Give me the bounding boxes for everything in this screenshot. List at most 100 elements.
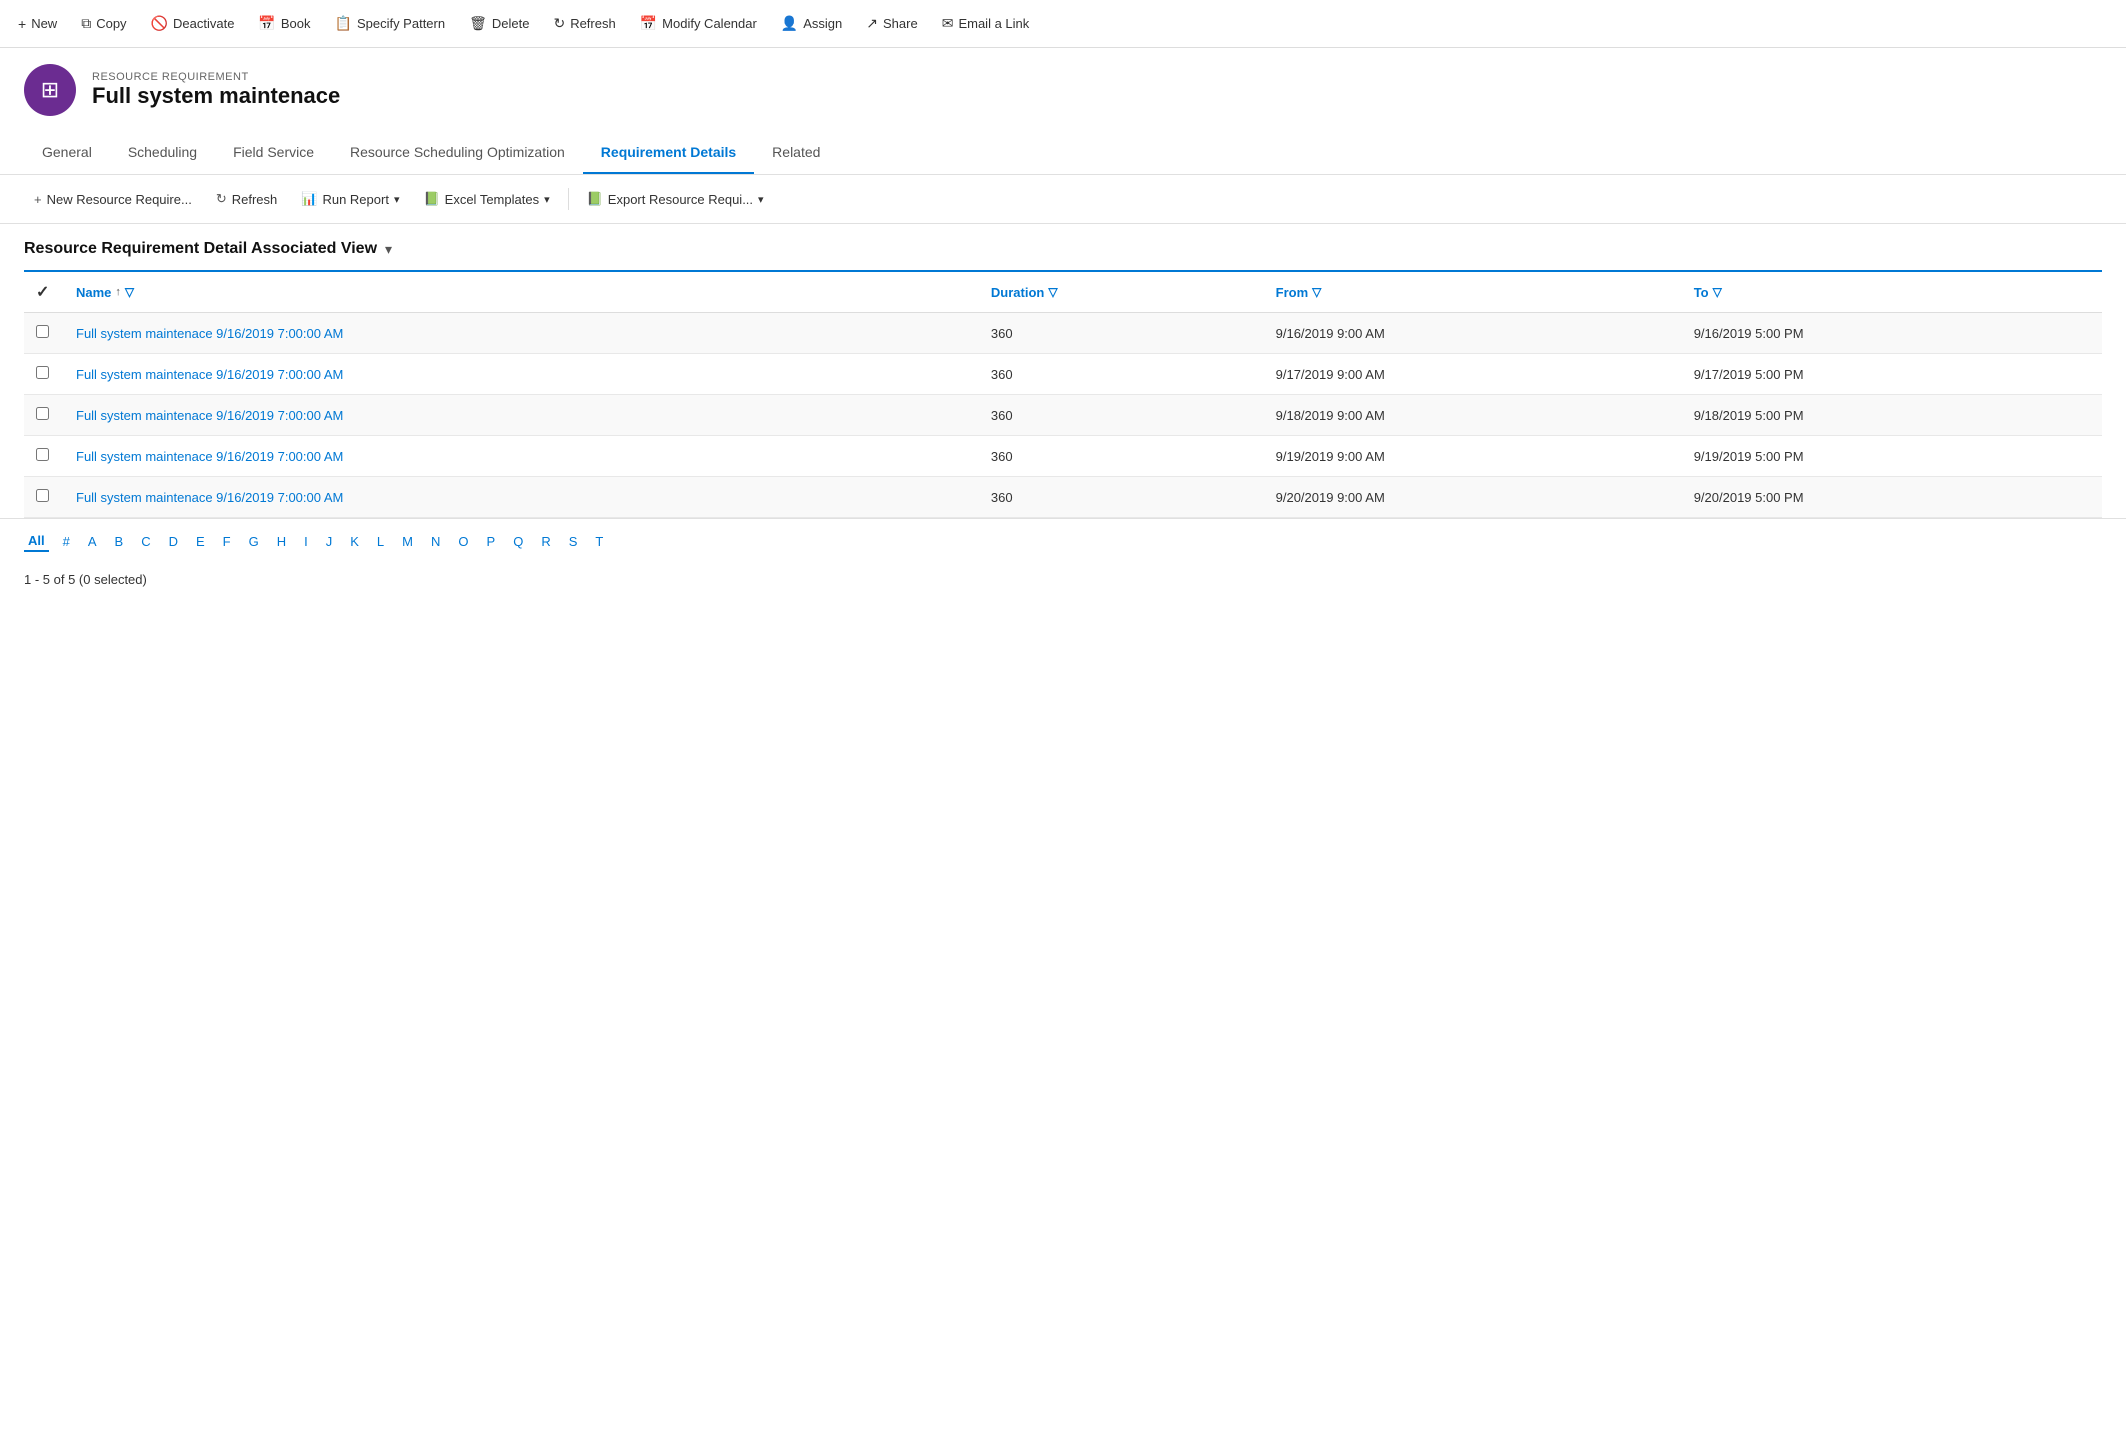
alpha-item-f[interactable]: F <box>219 532 235 551</box>
row-to-cell: 9/18/2019 5:00 PM <box>1682 395 2102 436</box>
run-report-button[interactable]: 📊 Run Report ▾ <box>291 185 409 213</box>
row-from-cell: 9/17/2019 9:00 AM <box>1264 354 1682 395</box>
row-checkbox-cell[interactable] <box>24 477 64 518</box>
book-button[interactable]: 📅 Book <box>248 9 320 38</box>
new-resource-require-label: New Resource Require... <box>47 192 192 207</box>
name-filter-icon[interactable]: ▽ <box>125 285 134 299</box>
row-name-cell[interactable]: Full system maintenace 9/16/2019 7:00:00… <box>64 354 979 395</box>
tab-field-service[interactable]: Field Service <box>215 132 332 174</box>
sub-refresh-button[interactable]: ↻ Refresh <box>206 185 287 213</box>
alpha-item-m[interactable]: M <box>398 532 417 551</box>
email-a-link-label: Email a Link <box>958 16 1029 31</box>
alpha-item-b[interactable]: B <box>111 532 128 551</box>
copy-button[interactable]: ⧉ Copy <box>71 9 136 38</box>
alpha-item-j[interactable]: J <box>322 532 337 551</box>
row-name-cell[interactable]: Full system maintenace 9/16/2019 7:00:00… <box>64 436 979 477</box>
alpha-item-l[interactable]: L <box>373 532 388 551</box>
alpha-item-c[interactable]: C <box>137 532 154 551</box>
specify-pattern-button[interactable]: 📋 Specify Pattern <box>325 9 456 38</box>
row-duration-cell: 360 <box>979 313 1264 354</box>
to-filter-icon[interactable]: ▽ <box>1713 285 1722 299</box>
row-checkbox-cell[interactable] <box>24 354 64 395</box>
from-column-header[interactable]: From ▽ <box>1264 271 1682 313</box>
assign-button[interactable]: 👤 Assign <box>771 9 852 38</box>
name-col-label: Name <box>76 285 111 300</box>
tab-scheduling[interactable]: Scheduling <box>110 132 215 174</box>
alpha-item-q[interactable]: Q <box>509 532 527 551</box>
alpha-item-t[interactable]: T <box>591 532 607 551</box>
tab-requirement-details[interactable]: Requirement Details <box>583 132 754 174</box>
new-resource-require-button[interactable]: + New Resource Require... <box>24 186 202 213</box>
tab-resource-scheduling-optimization[interactable]: Resource Scheduling Optimization <box>332 132 583 174</box>
tab-related[interactable]: Related <box>754 132 838 174</box>
tab-general[interactable]: General <box>24 132 110 174</box>
specify-pattern-icon: 📋 <box>335 15 352 32</box>
row-checkbox-cell[interactable] <box>24 313 64 354</box>
row-checkbox[interactable] <box>36 407 49 420</box>
delete-button[interactable]: 🗑 Delete <box>459 9 539 38</box>
new-label: New <box>31 16 57 31</box>
to-column-header[interactable]: To ▽ <box>1682 271 2102 313</box>
row-checkbox[interactable] <box>36 448 49 461</box>
book-label: Book <box>281 16 311 31</box>
share-button[interactable]: ↗ Share <box>856 9 927 38</box>
excel-templates-label: Excel Templates <box>445 192 539 207</box>
row-checkbox[interactable] <box>36 489 49 502</box>
alpha-item-i[interactable]: I <box>300 532 312 551</box>
name-sort-icon[interactable]: ↑ <box>115 286 121 298</box>
alpha-item-#[interactable]: # <box>59 532 74 551</box>
row-name-cell[interactable]: Full system maintenace 9/16/2019 7:00:00… <box>64 395 979 436</box>
new-button[interactable]: + New <box>8 10 67 38</box>
name-column-header[interactable]: Name ↑ ▽ <box>64 271 979 313</box>
row-duration-cell: 360 <box>979 436 1264 477</box>
table-container: ✓ Name ↑ ▽ Duration ▽ <box>0 270 2126 518</box>
check-all-header[interactable]: ✓ <box>24 271 64 313</box>
deactivate-icon: 🚫 <box>151 15 168 32</box>
alpha-item-g[interactable]: G <box>245 532 263 551</box>
from-filter-icon[interactable]: ▽ <box>1312 285 1321 299</box>
table-body: Full system maintenace 9/16/2019 7:00:00… <box>24 313 2102 518</box>
alpha-item-all[interactable]: All <box>24 531 49 552</box>
from-col-label: From <box>1276 285 1309 300</box>
sub-toolbar: + New Resource Require... ↻ Refresh 📊 Ru… <box>0 175 2126 224</box>
email-a-link-button[interactable]: ✉ Email a Link <box>932 9 1040 38</box>
row-name-cell[interactable]: Full system maintenace 9/16/2019 7:00:00… <box>64 313 979 354</box>
row-to-cell: 9/20/2019 5:00 PM <box>1682 477 2102 518</box>
alpha-item-s[interactable]: S <box>565 532 582 551</box>
alpha-item-r[interactable]: R <box>537 532 554 551</box>
alpha-item-e[interactable]: E <box>192 532 209 551</box>
to-col-label: To <box>1694 285 1709 300</box>
refresh-button[interactable]: ↻ Refresh <box>543 9 625 38</box>
alpha-item-k[interactable]: K <box>346 532 363 551</box>
top-toolbar: + New ⧉ Copy 🚫 Deactivate 📅 Book 📋 Speci… <box>0 0 2126 48</box>
duration-filter-icon[interactable]: ▽ <box>1048 285 1057 299</box>
alpha-item-o[interactable]: O <box>454 532 472 551</box>
copy-label: Copy <box>96 16 126 31</box>
new-icon: + <box>18 16 26 32</box>
assign-label: Assign <box>803 16 842 31</box>
alpha-item-d[interactable]: D <box>165 532 182 551</box>
modify-calendar-icon: 📅 <box>640 15 657 32</box>
duration-column-header[interactable]: Duration ▽ <box>979 271 1264 313</box>
alpha-item-p[interactable]: P <box>483 532 500 551</box>
row-duration-cell: 360 <box>979 354 1264 395</box>
alpha-item-h[interactable]: H <box>273 532 290 551</box>
view-title-chevron[interactable]: ▾ <box>385 241 392 258</box>
row-checkbox-cell[interactable] <box>24 395 64 436</box>
row-checkbox-cell[interactable] <box>24 436 64 477</box>
excel-templates-button[interactable]: 📗 Excel Templates ▾ <box>413 185 559 213</box>
row-checkbox[interactable] <box>36 325 49 338</box>
export-chevron: ▾ <box>758 193 764 206</box>
row-checkbox[interactable] <box>36 366 49 379</box>
modify-calendar-button[interactable]: 📅 Modify Calendar <box>630 9 767 38</box>
deactivate-button[interactable]: 🚫 Deactivate <box>141 9 245 38</box>
alphabet-bar: All # ABCDEFGHIJKLMNOPQRST <box>0 518 2126 564</box>
row-name-cell[interactable]: Full system maintenace 9/16/2019 7:00:00… <box>64 477 979 518</box>
record-type: RESOURCE REQUIREMENT <box>92 71 340 83</box>
alpha-item-n[interactable]: N <box>427 532 444 551</box>
row-from-cell: 9/20/2019 9:00 AM <box>1264 477 1682 518</box>
record-title: Full system maintenace <box>92 83 340 109</box>
export-resource-button[interactable]: 📗 Export Resource Requi... ▾ <box>577 185 774 213</box>
excel-templates-icon: 📗 <box>423 191 439 207</box>
alpha-item-a[interactable]: A <box>84 532 101 551</box>
